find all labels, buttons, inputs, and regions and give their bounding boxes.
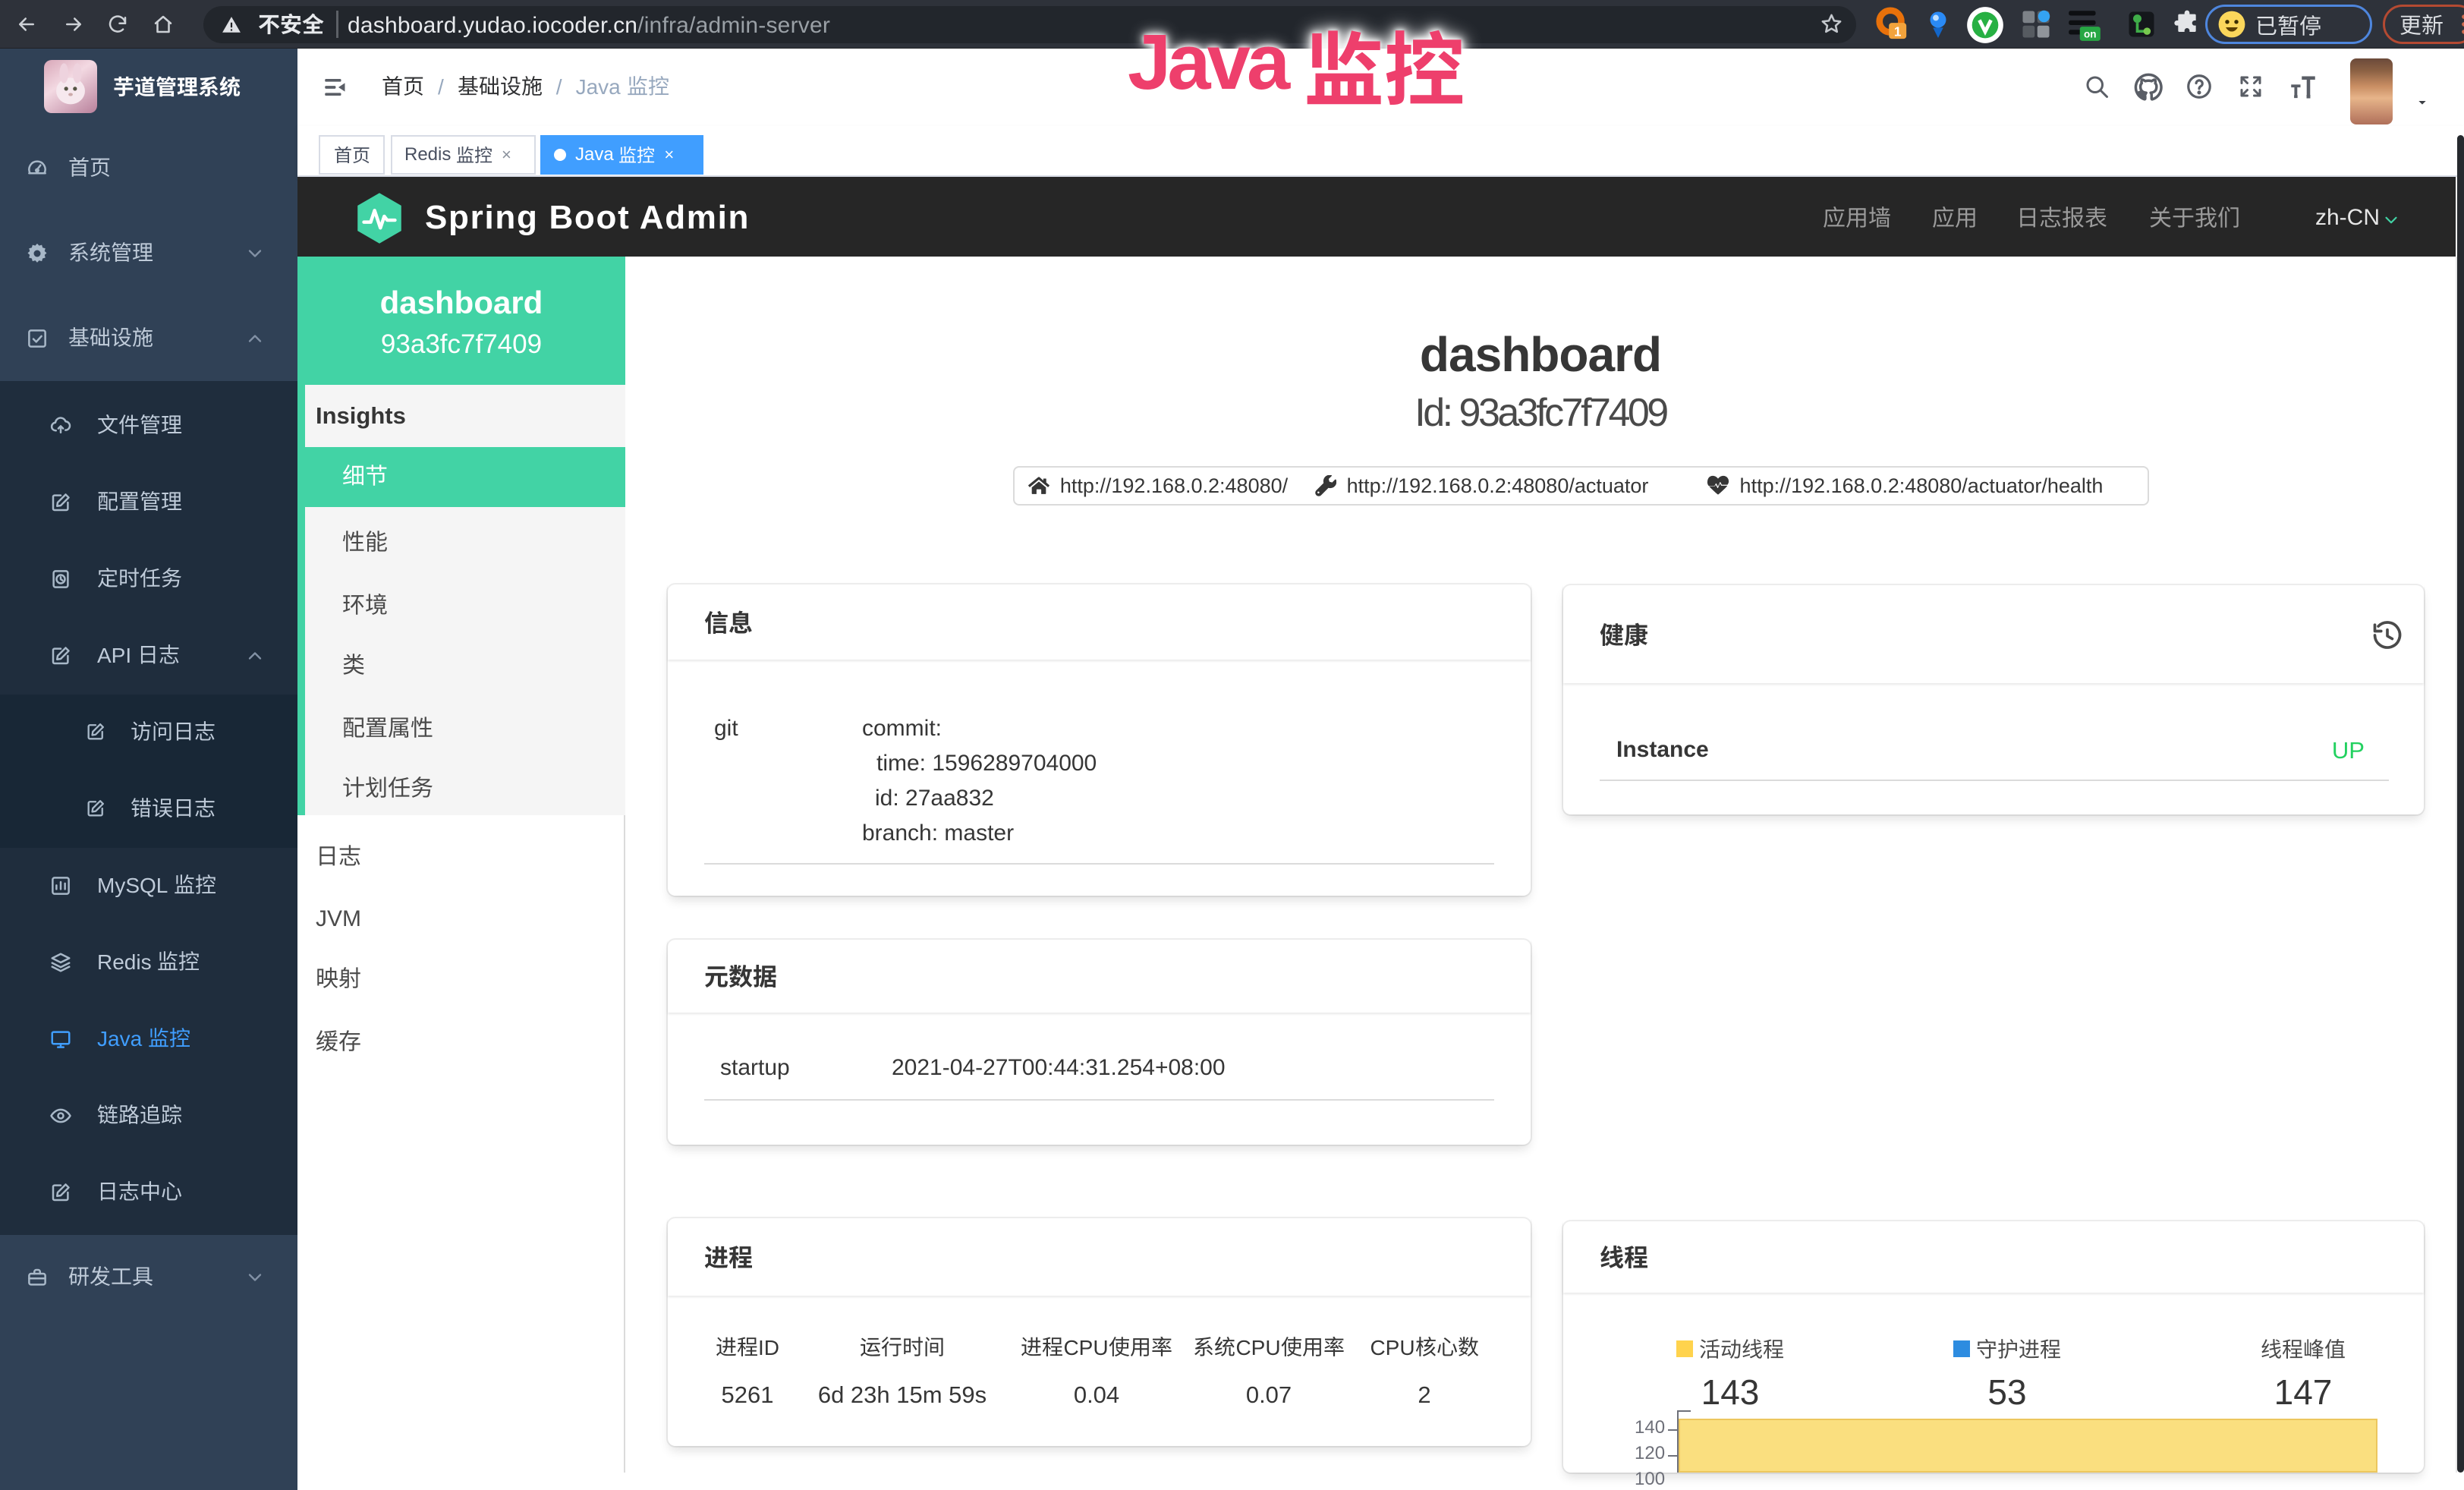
svg-text:on: on <box>2084 29 2097 40</box>
svg-text:1: 1 <box>1894 24 1902 39</box>
